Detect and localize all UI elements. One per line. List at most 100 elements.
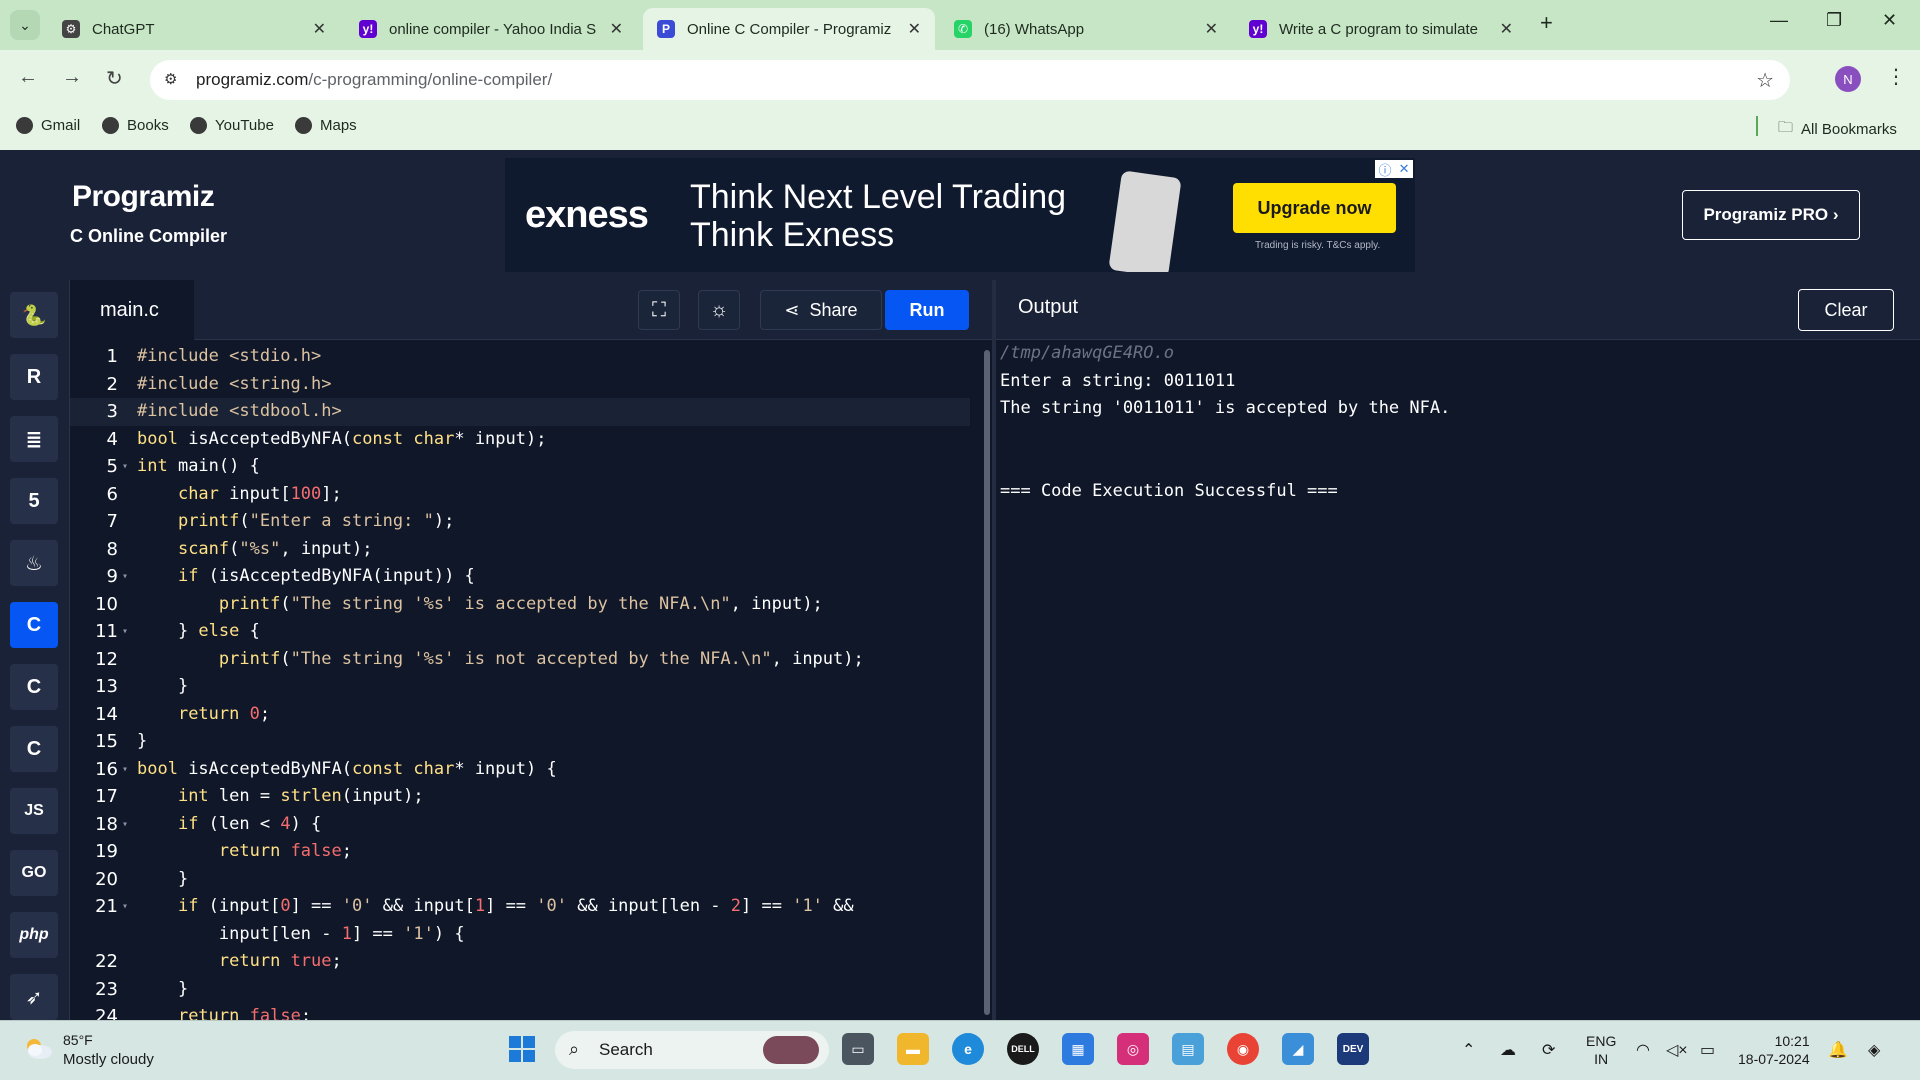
- code-line[interactable]: 20 }: [70, 866, 970, 894]
- wifi-icon[interactable]: ◠: [1636, 1040, 1650, 1060]
- battery-icon[interactable]: ▭: [1700, 1040, 1715, 1060]
- code-line[interactable]: 11 ▾ } else {: [70, 618, 970, 646]
- clear-button[interactable]: Clear: [1798, 289, 1894, 331]
- code-line[interactable]: 16 ▾ bool isAcceptedByNFA(const char* inpu…: [70, 756, 970, 784]
- fold-arrow-icon[interactable]: ▾: [122, 563, 128, 591]
- language-go-icon[interactable]: GO: [10, 850, 58, 896]
- back-button[interactable]: ←: [18, 66, 38, 89]
- dev-icon[interactable]: DEV: [1337, 1033, 1369, 1065]
- tray-overflow-icon[interactable]: ⌃: [1462, 1040, 1475, 1060]
- cloudy-weather-icon[interactable]: [22, 1036, 54, 1060]
- close-tab-icon[interactable]: ✕: [908, 19, 921, 39]
- code-line[interactable]: 4 bool isAcceptedByNFA(const char* input)…: [70, 426, 970, 454]
- bookmark-books[interactable]: Books: [102, 117, 169, 134]
- language-csharp-icon[interactable]: C: [10, 726, 58, 772]
- edge-icon[interactable]: e: [952, 1033, 984, 1065]
- taskbar-clock[interactable]: 10:21 18-07-2024: [1738, 1032, 1810, 1068]
- address-bar[interactable]: ⚙ programiz.com/c-programming/online-com…: [150, 60, 1790, 100]
- close-tab-icon[interactable]: ✕: [313, 19, 326, 39]
- weather-temperature[interactable]: 85°F: [63, 1032, 93, 1048]
- browser-tab-1[interactable]: ⚙ ChatGPT ✕: [48, 8, 340, 50]
- code-line[interactable]: 22 return true;: [70, 948, 970, 976]
- code-line[interactable]: 15}: [70, 728, 970, 756]
- code-line[interactable]: 7 printf("Enter a string: ");: [70, 508, 970, 536]
- all-bookmarks-button[interactable]: 🗀 All Bookmarks: [1778, 117, 1897, 142]
- code-line[interactable]: 1 #include <stdio.h>: [70, 343, 970, 371]
- dell-icon[interactable]: DELL: [1007, 1033, 1039, 1065]
- fold-arrow-icon[interactable]: ▾: [122, 453, 128, 481]
- copilot-icon[interactable]: ◈: [1868, 1040, 1880, 1060]
- theme-toggle-button[interactable]: ☼: [698, 290, 740, 330]
- sync-icon[interactable]: ⟳: [1542, 1040, 1555, 1060]
- language-sql-icon[interactable]: ≣: [10, 416, 58, 462]
- restore-button[interactable]: ❐: [1826, 10, 1842, 31]
- language-java-icon[interactable]: ♨: [10, 540, 58, 586]
- task-view-icon[interactable]: ▭: [842, 1033, 874, 1065]
- close-window-button[interactable]: ✕: [1882, 10, 1897, 31]
- code-editor[interactable]: 1 #include <stdio.h> 2 #include <string.h> 3…: [70, 341, 992, 1020]
- run-button[interactable]: Run: [885, 290, 969, 330]
- file-explorer-icon[interactable]: ▬: [897, 1033, 929, 1065]
- photos-icon[interactable]: ◢: [1282, 1033, 1314, 1065]
- code-line[interactable]: 6 char input[100];: [70, 481, 970, 509]
- notifications-icon[interactable]: 🔔: [1828, 1040, 1848, 1060]
- code-line[interactable]: 3 #include <stdbool.h>: [70, 398, 970, 426]
- code-line[interactable]: 5 ▾ int main() {: [70, 453, 970, 481]
- weather-description[interactable]: Mostly cloudy: [63, 1051, 154, 1068]
- bookmark-youtube[interactable]: YouTube: [190, 117, 274, 134]
- reload-button[interactable]: ↻: [106, 66, 123, 91]
- code-line[interactable]: 23 }: [70, 976, 970, 1004]
- code-line[interactable]: 13 }: [70, 673, 970, 701]
- notepad-icon[interactable]: ▤: [1172, 1033, 1204, 1065]
- new-tab-button[interactable]: +: [1540, 10, 1553, 36]
- bookmark-maps[interactable]: Maps: [295, 117, 357, 134]
- fold-arrow-icon[interactable]: ▾: [122, 893, 128, 921]
- profile-avatar[interactable]: N: [1835, 66, 1861, 92]
- ad-close-icon[interactable]: ⓘ ✕: [1375, 160, 1413, 178]
- code-line[interactable]: 9 ▾ if (isAcceptedByNFA(input)) {: [70, 563, 970, 591]
- onedrive-icon[interactable]: ☁: [1500, 1040, 1516, 1060]
- code-line[interactable]: 24 return false;: [70, 1003, 970, 1020]
- code-line[interactable]: 12 printf("The string '%s' is not accept…: [70, 646, 970, 674]
- close-tab-icon[interactable]: ✕: [1205, 19, 1218, 39]
- code-line[interactable]: 21 ▾ if (input[0] == '0' && input[1] == '…: [70, 893, 970, 921]
- site-info-icon[interactable]: ⚙: [164, 70, 177, 88]
- code-line[interactable]: 18 ▾ if (len < 4) {: [70, 811, 970, 839]
- code-line[interactable]: 2 #include <string.h>: [70, 371, 970, 399]
- browser-tab-2[interactable]: y! online compiler - Yahoo India S ✕: [345, 8, 637, 50]
- bookmark-star-icon[interactable]: ☆: [1756, 68, 1774, 93]
- taskbar-search[interactable]: ⌕ Search: [555, 1031, 829, 1069]
- programiz-logo[interactable]: Programiz: [72, 180, 215, 214]
- code-line[interactable]: 17 int len = strlen(input);: [70, 783, 970, 811]
- code-line[interactable]: 10 printf("The string '%s' is accepted b…: [70, 591, 970, 619]
- forward-button[interactable]: →: [62, 66, 82, 89]
- ad-info-icon[interactable]: ⓘ: [1379, 160, 1392, 179]
- language-c-icon[interactable]: C: [10, 602, 58, 648]
- language-js-icon[interactable]: JS: [10, 788, 58, 834]
- bookmark-gmail[interactable]: Gmail: [16, 117, 80, 134]
- code-line[interactable]: input[len - 1] == '1') {: [70, 921, 970, 949]
- close-tab-icon[interactable]: ✕: [610, 19, 623, 39]
- browser-tab-3[interactable]: P Online C Compiler - Programiz ✕: [643, 8, 935, 50]
- browser-menu-icon[interactable]: ⋮: [1886, 64, 1906, 89]
- close-tab-icon[interactable]: ✕: [1500, 19, 1513, 39]
- fold-arrow-icon[interactable]: ▾: [122, 811, 128, 839]
- language-indicator[interactable]: ENG IN: [1586, 1032, 1616, 1068]
- microsoft-store-icon[interactable]: ▦: [1062, 1033, 1094, 1065]
- file-tab-main-c[interactable]: main.c: [70, 280, 194, 340]
- fold-arrow-icon[interactable]: ▾: [122, 618, 128, 646]
- code-line[interactable]: 8 scanf("%s", input);: [70, 536, 970, 564]
- speaker-muted-icon[interactable]: ◁×: [1666, 1040, 1688, 1060]
- language-python-icon[interactable]: 🐍: [10, 292, 58, 338]
- browser-tab-4[interactable]: ✆ (16) WhatsApp ✕: [940, 8, 1232, 50]
- code-line[interactable]: 14 return 0;: [70, 701, 970, 729]
- language-swift-icon[interactable]: ➶: [10, 974, 58, 1020]
- language-html-icon[interactable]: 5: [10, 478, 58, 524]
- advertisement-banner[interactable]: exness Think Next Level Trading Think Ex…: [505, 158, 1415, 272]
- language-r-icon[interactable]: R: [10, 354, 58, 400]
- editor-scroll-thumb[interactable]: [984, 350, 990, 1015]
- chrome-icon[interactable]: ◉: [1227, 1033, 1259, 1065]
- ad-cta-button[interactable]: Upgrade now: [1233, 183, 1396, 233]
- language-cplus+-icon[interactable]: C: [10, 664, 58, 710]
- share-button[interactable]: ⋖ Share: [760, 290, 882, 330]
